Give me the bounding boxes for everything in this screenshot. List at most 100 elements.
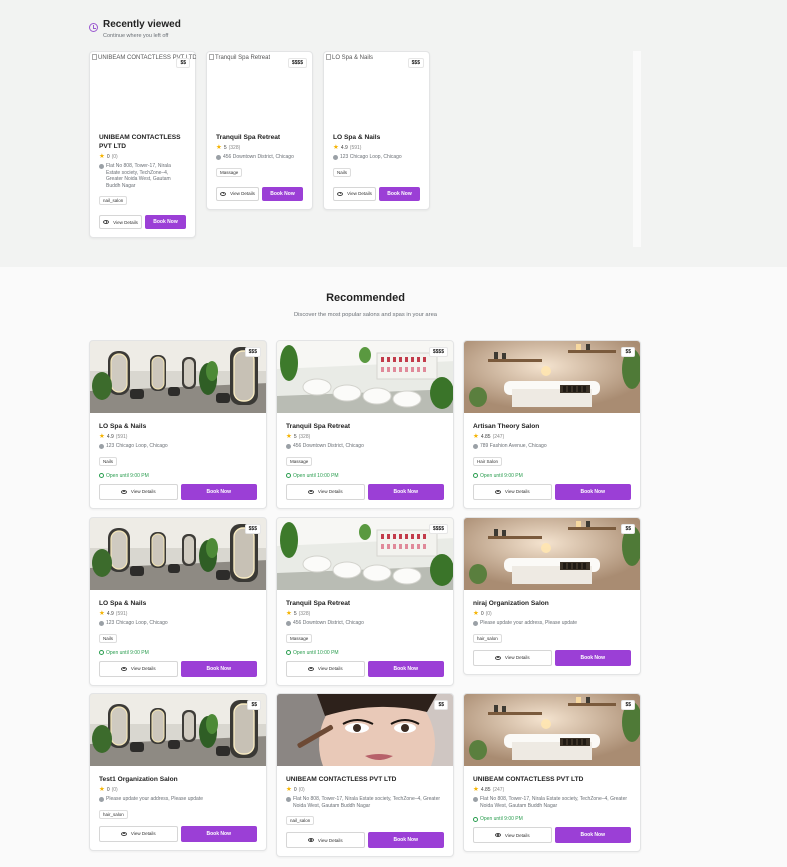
open-hours-text: Open until 9:00 PM <box>480 472 523 479</box>
recent-salon-card[interactable]: Tranquil Spa Retreat $$$$ Tranquil Spa R… <box>206 51 313 210</box>
salon-image[interactable]: $$$ <box>90 341 266 413</box>
eye-icon <box>120 831 127 836</box>
view-details-label: View Details <box>317 489 343 494</box>
category-tag: Nails <box>333 167 352 177</box>
book-now-button[interactable]: Book Now <box>145 215 186 229</box>
salon-image[interactable]: $$ <box>464 341 640 413</box>
recent-salon-card[interactable]: UNIBEAM CONTACTLESS PVT LTD $$ UNIBEAM C… <box>89 51 196 238</box>
eye-icon <box>307 489 314 494</box>
recent-salon-card[interactable]: LO Spa & Nails $$$ LO Spa & Nails ★ 4.9 … <box>323 51 430 210</box>
star-icon: ★ <box>473 433 479 440</box>
salon-name[interactable]: Tranquil Spa Retreat <box>286 599 444 608</box>
book-now-button[interactable]: Book Now <box>367 832 444 848</box>
carousel-scrollbar[interactable] <box>633 51 641 247</box>
salon-image[interactable]: $$ <box>277 694 453 766</box>
view-details-label: View Details <box>113 219 138 225</box>
card-actions: View Details Book Now <box>286 832 444 848</box>
address: 456 Downtown District, Chicago <box>286 443 444 450</box>
salon-name[interactable]: LO Spa & Nails <box>99 599 257 608</box>
open-hours-text: Open until 9:00 PM <box>480 816 523 822</box>
salon-name[interactable]: Artisan Theory Salon <box>473 422 631 431</box>
book-now-button[interactable]: Book Now <box>180 825 257 842</box>
view-details-button[interactable]: View Details <box>99 215 142 229</box>
view-details-button[interactable]: View Details <box>333 186 376 201</box>
price-badge: $$ <box>621 524 635 534</box>
book-now-button[interactable]: Book Now <box>554 649 631 666</box>
eye-icon <box>494 833 501 837</box>
salon-name[interactable]: UNIBEAM CONTACTLESS PVT LTD <box>99 133 186 151</box>
view-details-button[interactable]: View Details <box>473 827 552 843</box>
view-details-label: View Details <box>317 837 343 843</box>
book-now-button[interactable]: Book Now <box>554 483 631 500</box>
book-now-button[interactable]: Book Now <box>367 660 444 677</box>
eye-icon <box>307 838 314 842</box>
address: 123 Chicago Loop, Chicago <box>333 154 420 161</box>
eye-icon <box>120 666 127 671</box>
salon-name[interactable]: Test1 Organization Salon <box>99 775 257 784</box>
recently-viewed-carousel[interactable]: UNIBEAM CONTACTLESS PVT LTD $$ UNIBEAM C… <box>89 51 641 270</box>
card-actions: View Details Book Now <box>99 660 257 677</box>
salon-name[interactable]: LO Spa & Nails <box>99 422 257 431</box>
book-now-button[interactable]: Book Now <box>262 186 303 201</box>
book-now-button[interactable]: Book Now <box>180 483 257 500</box>
salon-image[interactable]: UNIBEAM CONTACTLESS PVT LTD $$ <box>90 52 196 127</box>
rating-value: 0 <box>106 154 110 160</box>
star-icon: ★ <box>473 786 479 793</box>
category-tag: hair_salon <box>99 809 128 819</box>
recommended-salon-card[interactable]: $$ niraj Organization Salon ★ 0 (0) Plea… <box>463 517 641 675</box>
rating-value: 0 <box>293 787 297 793</box>
view-details-label: View Details <box>347 191 372 196</box>
recommended-salon-card[interactable]: $$ Artisan Theory Salon ★ 4.85 (247) 789… <box>463 340 641 509</box>
price-badge: $$$ <box>244 524 261 534</box>
salon-name[interactable]: UNIBEAM CONTACTLESS PVT LTD <box>286 775 444 784</box>
salon-image[interactable]: $$ <box>464 518 640 590</box>
location-pin-icon <box>286 797 291 802</box>
view-details-button[interactable]: View Details <box>99 660 178 677</box>
view-details-button[interactable]: View Details <box>286 832 365 848</box>
view-details-button[interactable]: View Details <box>286 483 365 500</box>
address: Flat No 808, Tower-17, Nirala Estate soc… <box>99 163 186 189</box>
view-details-button[interactable]: View Details <box>99 825 178 842</box>
salon-name[interactable]: UNIBEAM CONTACTLESS PVT LTD <box>473 775 631 784</box>
salon-name[interactable]: LO Spa & Nails <box>333 133 420 142</box>
salon-image[interactable]: LO Spa & Nails $$$ <box>324 52 429 127</box>
salon-name[interactable]: niraj Organization Salon <box>473 599 631 608</box>
book-now-button[interactable]: Book Now <box>379 186 420 201</box>
view-details-button[interactable]: View Details <box>216 186 259 201</box>
address-text: Flat No 808, Tower-17, Nirala Estate soc… <box>480 796 628 809</box>
view-details-button[interactable]: View Details <box>473 483 552 500</box>
recommended-salon-card[interactable]: $$$ LO Spa & Nails ★ 4.9 (591) 123 Chica… <box>89 340 267 509</box>
salon-image[interactable]: $$$$ <box>277 518 453 590</box>
open-clock-icon <box>99 650 104 655</box>
price-badge: $$$ <box>244 347 261 357</box>
recommended-salon-card[interactable]: $$$$ Tranquil Spa Retreat ★ 5 (328) 456 … <box>276 340 454 509</box>
price-badge: $$ <box>621 700 635 710</box>
recommended-salon-card[interactable]: $$ UNIBEAM CONTACTLESS PVT LTD ★ 4.85 (2… <box>463 693 641 852</box>
view-details-label: View Details <box>130 831 156 836</box>
book-now-button[interactable]: Book Now <box>367 483 444 500</box>
recommended-salon-card[interactable]: $$$$ Tranquil Spa Retreat ★ 5 (328) 456 … <box>276 517 454 686</box>
view-details-button[interactable]: View Details <box>99 483 178 500</box>
salon-image[interactable]: $$$$ <box>277 341 453 413</box>
salon-name[interactable]: Tranquil Spa Retreat <box>216 133 303 142</box>
star-icon: ★ <box>99 610 105 617</box>
salon-image[interactable]: $$$ <box>90 518 266 590</box>
rating-value: 5 <box>223 145 227 151</box>
view-details-button[interactable]: View Details <box>473 649 552 666</box>
salon-name[interactable]: Tranquil Spa Retreat <box>286 422 444 431</box>
recommended-salon-card[interactable]: $$$ LO Spa & Nails ★ 4.9 (591) 123 Chica… <box>89 517 267 686</box>
salon-image[interactable]: Tranquil Spa Retreat $$$$ <box>207 52 312 127</box>
category-tag: Massage <box>216 167 243 177</box>
location-pin-icon <box>473 797 478 802</box>
view-details-label: View Details <box>504 655 530 660</box>
view-details-button[interactable]: View Details <box>286 660 365 677</box>
salon-image[interactable]: $$ <box>90 694 266 766</box>
star-icon: ★ <box>286 433 292 440</box>
recommended-salon-card[interactable]: $$ Test1 Organization Salon ★ 0 (0) Plea… <box>89 693 267 851</box>
salon-image[interactable]: $$ <box>464 694 640 766</box>
book-now-button[interactable]: Book Now <box>180 660 257 677</box>
book-now-button[interactable]: Book Now <box>554 827 631 843</box>
recommended-salon-card[interactable]: $$ UNIBEAM CONTACTLESS PVT LTD ★ 0 (0) F… <box>276 693 454 857</box>
location-pin-icon <box>216 155 221 160</box>
rating-value: 4.85 <box>480 434 491 440</box>
